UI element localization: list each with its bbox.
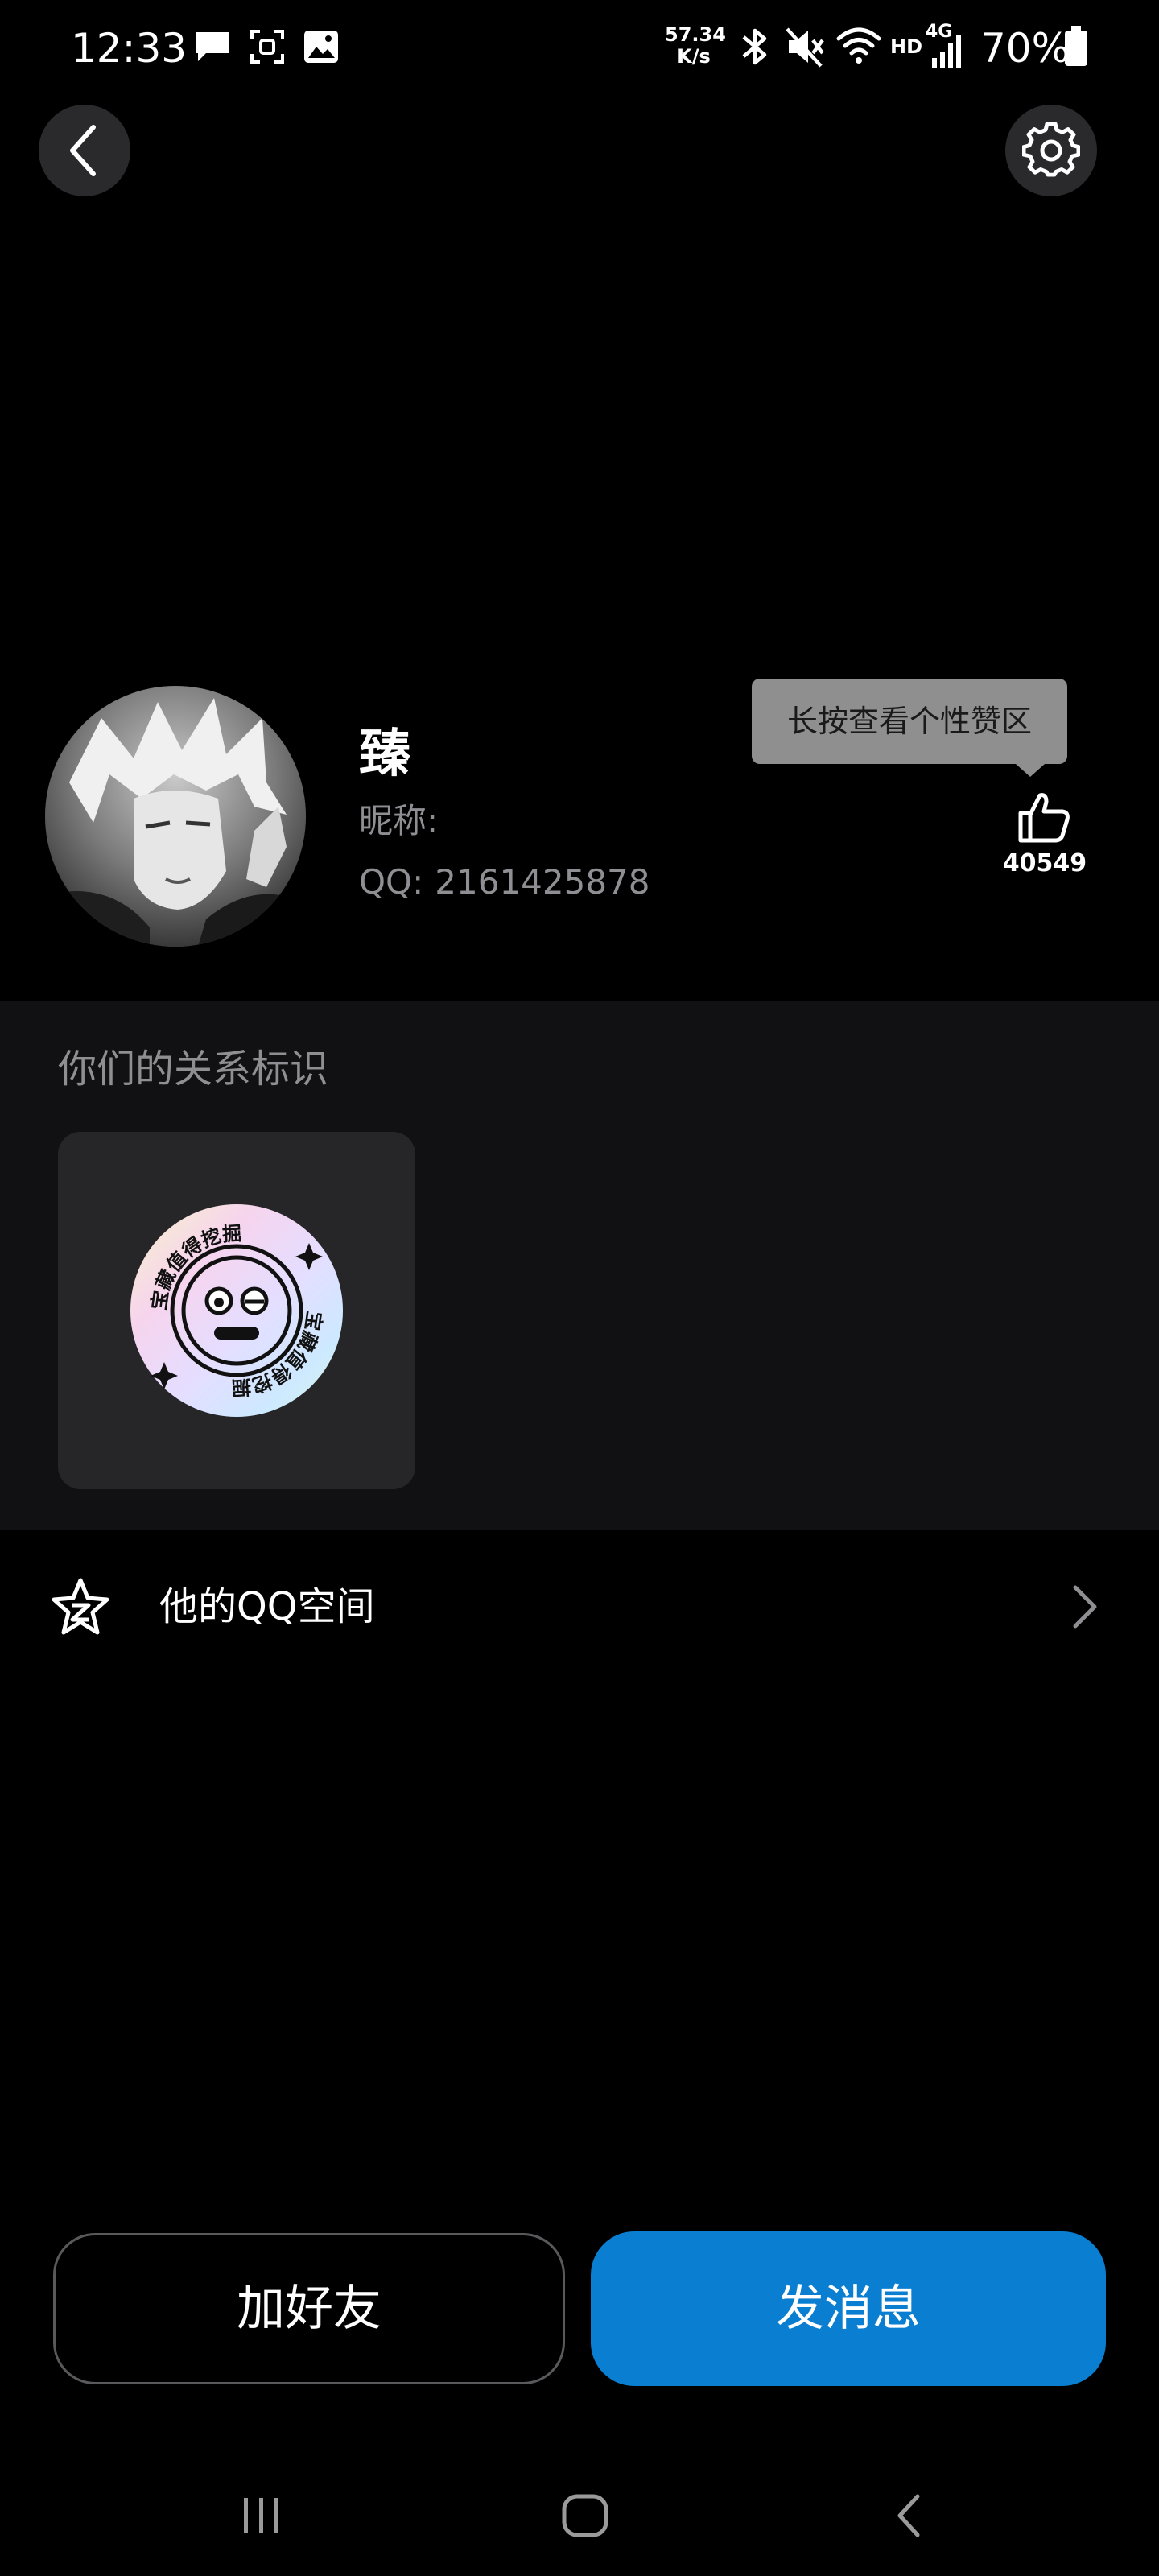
home-button[interactable] [549,2479,621,2552]
recent-apps-button[interactable] [225,2479,298,2552]
bluetooth-icon [739,26,771,71]
qzone-star-icon [52,1578,109,1635]
like-tooltip: 长按查看个性赞区 [752,679,1067,764]
treasure-badge-icon: 宝藏值得挖掘 宝藏值得挖掘 [130,1204,343,1417]
back-arrow-icon [897,2494,920,2537]
system-back-button[interactable] [874,2479,947,2552]
thumbs-up-icon [1018,793,1070,843]
net-speed: 57.34 K/s [665,23,726,68]
send-message-button[interactable]: 发消息 [591,2231,1106,2386]
image-icon [303,29,340,68]
qq-number: 2161425878 [435,862,650,902]
qzone-row[interactable]: 他的QQ空间 [0,1530,1159,1682]
relationship-section: 你们的关系标识 宝藏值得挖掘 宝藏值得挖掘 [0,1001,1159,1530]
qq-number-row: QQ: 2161425878 [359,858,650,906]
status-time: 12:33 [71,25,188,72]
mute-icon [786,26,824,71]
system-nav-bar [0,2447,1159,2576]
battery-icon [1064,26,1088,71]
nickname-label: 昵称: [359,801,439,840]
back-button[interactable] [39,105,130,196]
like-button[interactable]: 40549 [990,787,1099,886]
chevron-right-icon [1073,1585,1097,1629]
profile-name: 臻 [359,724,410,784]
profile-page: 12:33 57.34 K/s HD 4G 70% 臻 昵称: QQ: 2161… [0,0,1159,2576]
qq-label: QQ: [359,862,424,902]
add-friend-button[interactable]: 加好友 [53,2233,565,2384]
like-count: 40549 [1002,849,1087,877]
gear-icon [1022,122,1080,177]
relationship-badge-card[interactable]: 宝藏值得挖掘 宝藏值得挖掘 [58,1132,415,1489]
screenshot-icon [250,29,285,68]
recent-apps-icon [244,2498,278,2533]
message-icon [193,29,232,68]
qzone-label: 他的QQ空间 [159,1584,375,1629]
net-speed-value: 57.34 [665,23,726,46]
settings-button[interactable] [1005,105,1097,196]
hd-label: HD [890,35,923,58]
wifi-icon [835,24,882,69]
home-icon [562,2494,608,2537]
status-bar: 12:33 57.34 K/s HD 4G 70% [0,0,1159,97]
chevron-left-icon [70,125,96,176]
tooltip-arrow [1016,764,1045,777]
avatar[interactable] [45,686,306,947]
battery-percent: 70% [980,25,1070,72]
signal-icon [929,32,966,72]
net-speed-unit: K/s [677,45,711,68]
relationship-title: 你们的关系标识 [58,1046,329,1092]
